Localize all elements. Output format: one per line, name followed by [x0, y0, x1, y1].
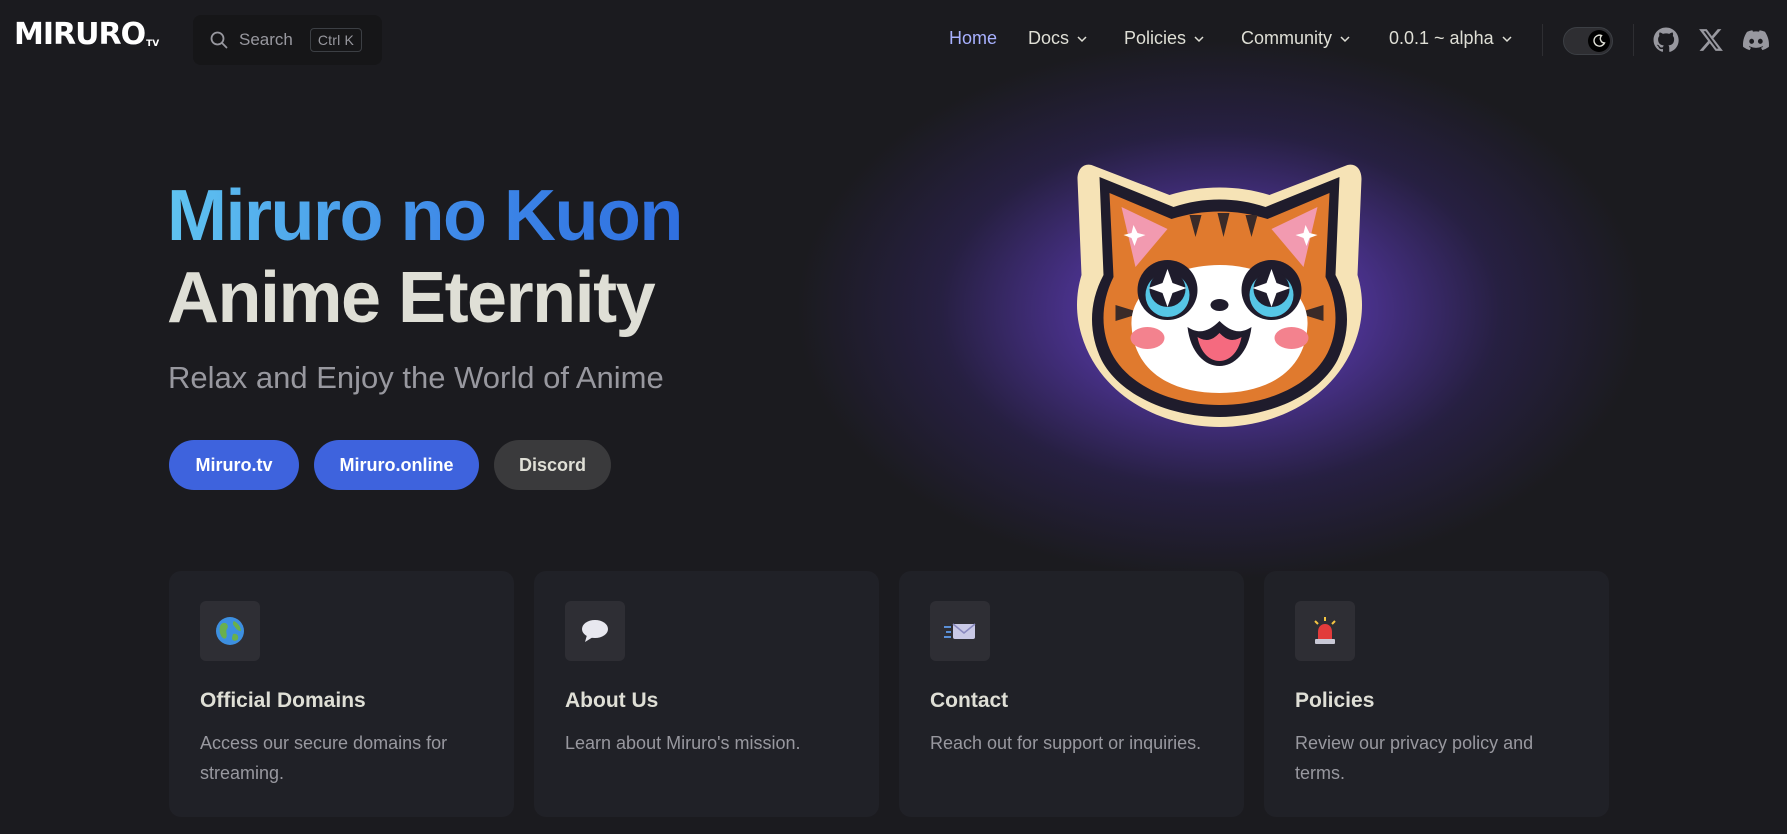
miruro-tv-button[interactable]: Miruro.tv: [169, 440, 299, 490]
feature-card-contact[interactable]: Contact Reach out for support or inquiri…: [899, 571, 1244, 817]
chevron-down-icon: [1077, 35, 1087, 42]
nav-policies[interactable]: Policies: [1124, 28, 1205, 49]
search-icon: [209, 30, 229, 50]
nav-version[interactable]: 0.0.1 ~ alpha: [1389, 28, 1513, 49]
siren-icon: [1295, 601, 1355, 661]
search-shortcut: Ctrl K: [309, 28, 363, 52]
moon-icon: [1588, 30, 1610, 52]
feature-card-about-us[interactable]: About Us Learn about Miruro's mission.: [534, 571, 879, 817]
globe-icon: [200, 601, 260, 661]
search-button[interactable]: Search Ctrl K: [193, 15, 382, 65]
feature-details: Access our secure domains for streaming.: [200, 733, 448, 783]
miruro-online-button[interactable]: Miruro.online: [314, 440, 479, 490]
feature-card-policies[interactable]: Policies Review our privacy policy and t…: [1264, 571, 1609, 817]
github-icon[interactable]: [1653, 27, 1679, 53]
hero-tagline: Relax and Enjoy the World of Anime: [168, 360, 664, 395]
speech-bubble-icon: [565, 601, 625, 661]
hero-name: Miruro no Kuon: [167, 176, 683, 256]
discord-icon[interactable]: [1742, 27, 1770, 53]
feature-title: About Us: [565, 689, 659, 712]
nav-docs-label: Docs: [1028, 28, 1070, 48]
logo-text: MIRURO: [14, 17, 146, 52]
appearance-toggle[interactable]: [1563, 27, 1613, 55]
nav-home[interactable]: Home: [949, 28, 997, 49]
nav-divider: [1542, 24, 1543, 56]
nav-version-label: 0.0.1 ~ alpha: [1389, 28, 1494, 48]
envelope-icon: [930, 601, 990, 661]
feature-title: Contact: [930, 689, 1009, 712]
search-label: Search: [239, 30, 293, 49]
chevron-down-icon: [1502, 35, 1512, 42]
chevron-down-icon: [1340, 35, 1350, 42]
chevron-down-icon: [1194, 35, 1204, 42]
miruro-tv-button-label: Miruro.tv: [195, 454, 273, 475]
logo-suffix: TV: [146, 39, 160, 49]
x-icon[interactable]: [1698, 27, 1724, 53]
nav-community-label: Community: [1241, 28, 1333, 48]
feature-title: Official Domains: [200, 689, 366, 712]
cat-mascot-image: [1077, 164, 1362, 427]
hero-text: Anime Eternity: [167, 258, 656, 338]
nav-home-label: Home: [949, 28, 998, 48]
discord-button[interactable]: Discord: [494, 440, 611, 490]
feature-title: Policies: [1295, 689, 1375, 712]
nav-divider: [1633, 24, 1634, 56]
nav-community[interactable]: Community: [1241, 28, 1351, 49]
discord-button-label: Discord: [518, 454, 587, 475]
feature-details: Learn about Miruro's mission.: [565, 733, 801, 753]
miruro-online-button-label: Miruro.online: [339, 454, 454, 475]
nav-docs[interactable]: Docs: [1028, 28, 1088, 49]
top-navbar: MIRURO TV Search Ctrl K Home Docs Polici…: [0, 0, 1787, 80]
feature-details: Review our privacy policy and terms.: [1295, 733, 1534, 783]
feature-details: Reach out for support or inquiries.: [930, 733, 1202, 753]
nav-policies-label: Policies: [1124, 28, 1187, 48]
site-logo[interactable]: MIRURO TV: [14, 20, 159, 50]
feature-card-official-domains[interactable]: Official Domains Access our secure domai…: [169, 571, 514, 817]
